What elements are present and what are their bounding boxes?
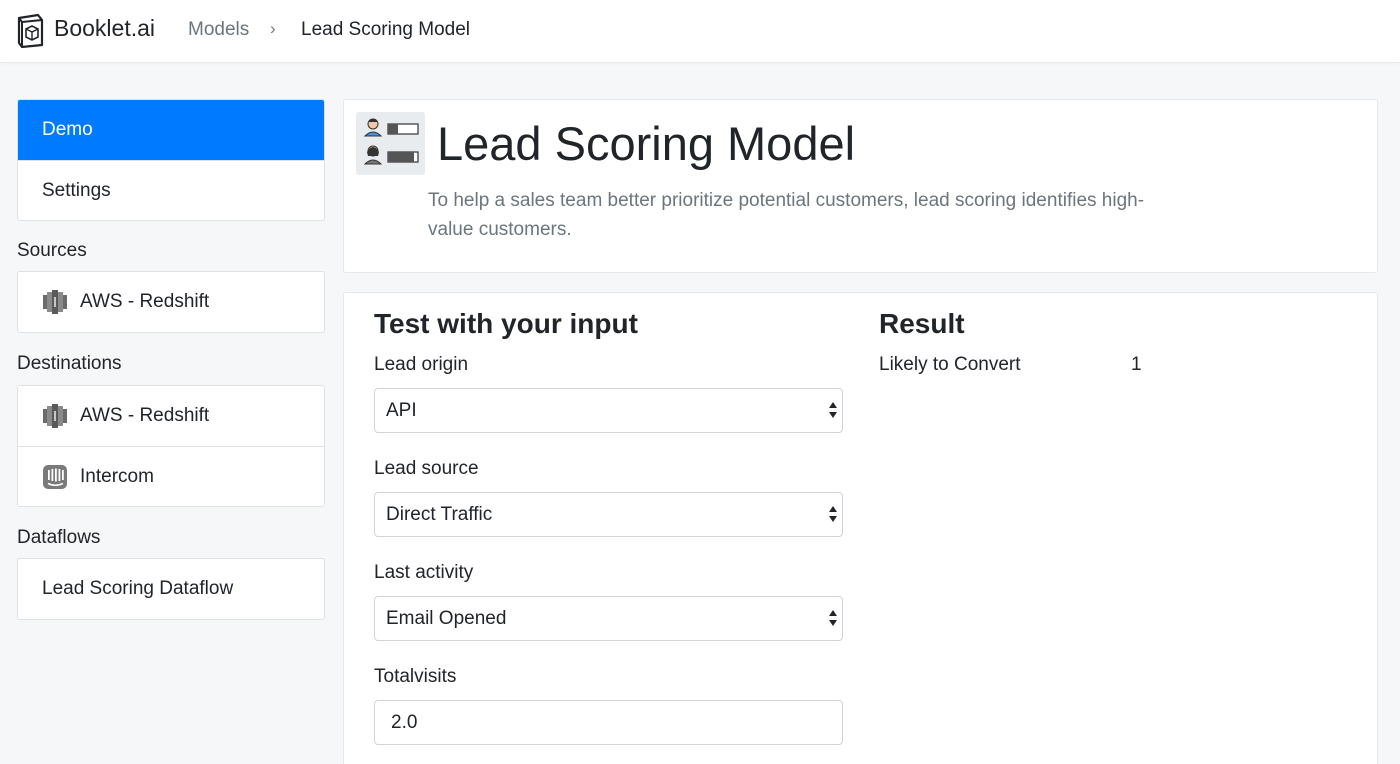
destinations-list: AWS - Redshift Intercom xyxy=(17,385,325,507)
dataflows-heading: Dataflows xyxy=(17,527,101,548)
dataflow-item-lead-scoring[interactable]: Lead Scoring Dataflow xyxy=(18,559,324,619)
totalvisits-input[interactable] xyxy=(374,700,843,745)
sources-list: AWS - Redshift xyxy=(17,271,325,333)
redshift-icon xyxy=(43,404,67,428)
lead-source-select[interactable]: Direct Traffic xyxy=(374,492,843,537)
destinations-heading: Destinations xyxy=(17,353,122,374)
select-arrows-icon xyxy=(829,506,837,522)
sidebar-item-settings[interactable]: Settings xyxy=(18,160,324,220)
destination-item-label: Intercom xyxy=(80,465,154,487)
sidebar-item-demo[interactable]: Demo xyxy=(18,100,324,160)
select-arrows-icon xyxy=(829,402,837,418)
page-title: Lead Scoring Model xyxy=(437,117,856,170)
dataflows-list: Lead Scoring Dataflow xyxy=(17,558,325,620)
select-value: API xyxy=(386,399,417,421)
top-navbar: Booklet.ai Models › Lead Scoring Model xyxy=(0,0,1400,63)
sources-heading: Sources xyxy=(17,240,87,261)
destination-item-label: AWS - Redshift xyxy=(80,405,210,426)
field-label-totalvisits: Totalvisits xyxy=(374,666,457,687)
field-label-lead-source: Lead source xyxy=(374,458,479,479)
cube-box-icon[interactable] xyxy=(16,12,44,48)
field-label-lead-origin: Lead origin xyxy=(374,354,469,375)
sidebar-nav: Demo Settings xyxy=(17,99,325,221)
lead-scoring-icon xyxy=(356,112,425,175)
destination-item-redshift[interactable]: AWS - Redshift xyxy=(18,386,324,446)
lead-origin-select[interactable]: API xyxy=(374,388,843,433)
result-label: Likely to Convert xyxy=(879,354,1021,375)
select-value: Direct Traffic xyxy=(386,503,493,525)
breadcrumb-models-link[interactable]: Models xyxy=(188,19,249,41)
result-heading: Result xyxy=(879,308,965,339)
breadcrumb-current: Lead Scoring Model xyxy=(301,19,470,40)
redshift-icon xyxy=(43,290,67,314)
chevron-right-icon: › xyxy=(270,19,276,38)
result-value: 1 xyxy=(1131,354,1142,375)
source-item-label: AWS - Redshift xyxy=(80,291,210,312)
model-description: To help a sales team better prioritize p… xyxy=(428,190,1145,240)
sidebar-item-label: Demo xyxy=(42,119,93,140)
model-header-card: Lead Scoring Model To help a sales team … xyxy=(343,99,1378,273)
select-value: Email Opened xyxy=(386,607,507,629)
dataflow-item-label: Lead Scoring Dataflow xyxy=(42,578,234,599)
intercom-icon xyxy=(43,464,67,489)
sidebar-item-label: Settings xyxy=(42,179,111,201)
form-heading: Test with your input xyxy=(374,308,638,339)
select-arrows-icon xyxy=(829,610,837,626)
destination-item-intercom[interactable]: Intercom xyxy=(18,446,324,506)
field-label-last-activity: Last activity xyxy=(374,562,474,583)
last-activity-select[interactable]: Email Opened xyxy=(374,596,843,641)
source-item-redshift[interactable]: AWS - Redshift xyxy=(18,272,324,332)
brand-name[interactable]: Booklet.ai xyxy=(54,15,155,42)
test-input-card: Test with your input Lead origin API Lea… xyxy=(343,292,1378,764)
